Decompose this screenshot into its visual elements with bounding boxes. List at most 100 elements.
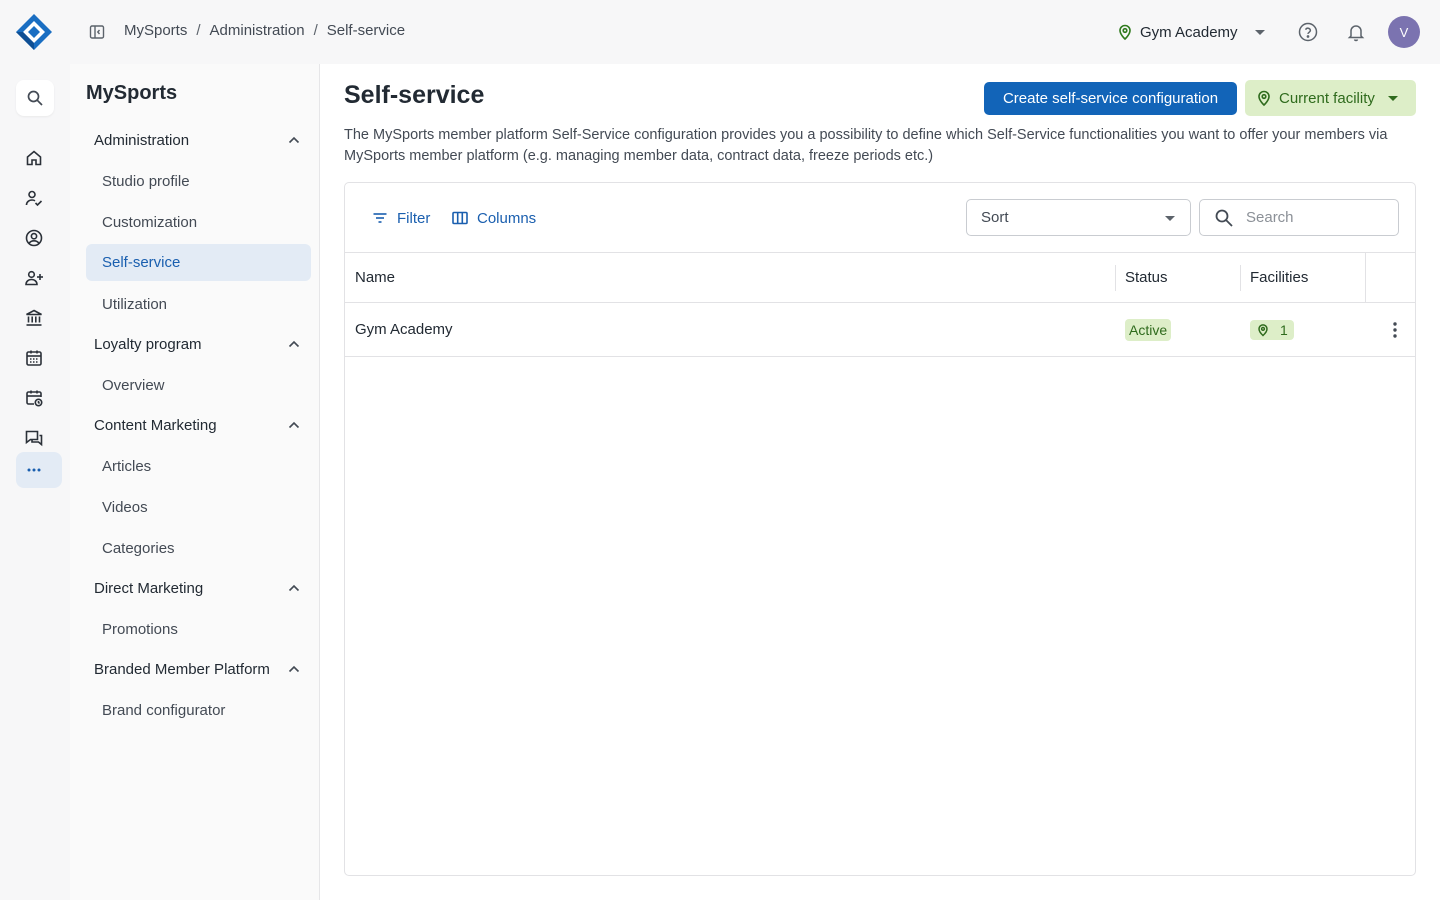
sidebar-item-articles[interactable]: Articles	[86, 448, 311, 484]
breadcrumb-administration[interactable]: Administration	[210, 22, 305, 39]
data-table-panel: Filter Columns Sort Name Status Faciliti…	[344, 182, 1416, 876]
rail-home[interactable]	[16, 140, 62, 176]
cell-name: Gym Academy	[355, 321, 453, 338]
column-divider[interactable]	[1115, 265, 1116, 291]
columns-label: Columns	[477, 209, 537, 227]
chevron-up-icon	[288, 584, 300, 592]
sidebar-group-administration[interactable]: Administration	[86, 122, 311, 158]
chevron-up-icon	[288, 665, 300, 673]
column-divider[interactable]	[1240, 265, 1241, 291]
rail-calendar-clock[interactable]	[16, 380, 62, 416]
sidebar-group-label: Content Marketing	[94, 416, 217, 434]
home-icon	[26, 150, 42, 166]
bank-icon	[26, 309, 42, 326]
sidebar-item-videos[interactable]: Videos	[86, 489, 311, 525]
column-header-facilities[interactable]: Facilities	[1250, 253, 1308, 302]
cell-facilities: 1	[1250, 303, 1294, 356]
sidebar-group-label: Loyalty program	[94, 335, 202, 353]
location-pin-icon	[1258, 90, 1270, 107]
sidebar-group-content-marketing[interactable]: Content Marketing	[86, 407, 311, 443]
filter-button[interactable]: Filter	[371, 207, 430, 229]
sidebar-group-label: Direct Marketing	[94, 579, 204, 597]
location-pin-icon	[1119, 24, 1131, 41]
calendar-clock-icon	[26, 390, 43, 407]
chevron-up-icon	[288, 340, 300, 348]
table-row[interactable]: Gym Academy Active 1	[345, 303, 1415, 357]
rail-search-button[interactable]	[16, 80, 54, 116]
calendar-icon	[26, 350, 42, 366]
sidebar-group-branded-member-platform[interactable]: Branded Member Platform	[86, 651, 311, 687]
page-title: Self-service	[344, 81, 485, 109]
breadcrumb-self-service: Self-service	[326, 22, 406, 39]
search-icon	[27, 90, 43, 106]
rail-member-check[interactable]	[16, 180, 62, 216]
more-vertical-icon[interactable]	[1385, 320, 1405, 340]
current-facility-button[interactable]: Current facility	[1245, 80, 1416, 116]
sidebar-item-categories[interactable]: Categories	[86, 530, 311, 566]
notification-bell-icon[interactable]	[1345, 21, 1367, 43]
current-facility-label: Current facility	[1279, 89, 1375, 107]
page-description: The MySports member platform Self-Servic…	[344, 127, 1388, 164]
sidebar-item-utilization[interactable]: Utilization	[86, 286, 311, 322]
top-bar: MySports / Administration / Self-service…	[0, 0, 1440, 64]
sort-placeholder: Sort	[981, 209, 1009, 226]
help-icon[interactable]	[1297, 21, 1319, 43]
sidebar-item-promotions[interactable]: Promotions	[86, 611, 311, 647]
account-circle-icon	[25, 229, 43, 247]
rail-bank[interactable]	[16, 300, 62, 336]
status-badge: Active	[1125, 318, 1172, 341]
filter-icon	[373, 213, 387, 223]
facility-selector[interactable]: Gym Academy	[1116, 18, 1266, 46]
breadcrumb-mysports[interactable]: MySports	[124, 22, 187, 39]
create-configuration-button[interactable]: Create self-service configuration	[984, 82, 1237, 115]
cell-status: Active	[1125, 303, 1172, 356]
sidebar-item-studio-profile[interactable]: Studio profile	[86, 163, 311, 199]
add-members-icon	[25, 270, 43, 286]
more-icon	[27, 468, 41, 472]
user-avatar[interactable]: V	[1388, 16, 1420, 48]
sidebar-item-overview[interactable]: Overview	[86, 367, 311, 403]
rail-more[interactable]	[16, 452, 62, 488]
icon-rail	[0, 64, 70, 900]
column-header-name[interactable]: Name	[355, 253, 395, 302]
search-input[interactable]	[1246, 209, 1376, 226]
sort-select[interactable]: Sort	[966, 199, 1191, 236]
rail-chat[interactable]	[16, 420, 62, 456]
sidebar-group-label: Branded Member Platform	[94, 660, 270, 678]
breadcrumb-separator: /	[196, 22, 201, 39]
breadcrumb-separator: /	[313, 22, 318, 39]
facilities-badge[interactable]: 1	[1250, 319, 1294, 340]
sidebar-group-loyalty-program[interactable]: Loyalty program	[86, 326, 311, 362]
filter-label: Filter	[397, 209, 431, 227]
mysports-logo[interactable]	[14, 12, 54, 52]
breadcrumb: MySports / Administration / Self-service	[124, 22, 405, 39]
main-content: Self-service Create self-service configu…	[320, 64, 1440, 900]
sidebar-title: MySports	[86, 82, 178, 104]
columns-icon	[452, 211, 468, 225]
column-header-status[interactable]: Status	[1125, 253, 1168, 302]
chevron-down-icon	[1254, 30, 1265, 35]
facility-name: Gym Academy	[1140, 23, 1238, 41]
chevron-down-icon	[1387, 96, 1398, 101]
location-pin-icon	[1258, 323, 1268, 337]
search-field[interactable]	[1199, 199, 1399, 236]
rail-calendar[interactable]	[16, 340, 62, 376]
secondary-sidebar: MySports Administration Studio profile C…	[70, 64, 320, 900]
sidebar-group-label: Administration	[94, 131, 190, 149]
table-header: Name Status Facilities	[345, 252, 1415, 303]
columns-button[interactable]: Columns	[451, 207, 536, 229]
facilities-count: 1	[1280, 321, 1288, 338]
rail-account[interactable]	[16, 220, 62, 256]
sidebar-toggle-icon[interactable]	[88, 23, 106, 41]
sidebar-item-customization[interactable]: Customization	[86, 204, 311, 240]
chat-icon	[25, 430, 43, 447]
search-icon	[1215, 209, 1233, 227]
column-divider	[1365, 253, 1366, 302]
chevron-up-icon	[288, 136, 300, 144]
sidebar-item-self-service[interactable]: Self-service	[86, 244, 311, 281]
sidebar-item-brand-configurator[interactable]: Brand configurator	[86, 692, 311, 728]
chevron-down-icon	[1165, 215, 1175, 221]
sidebar-group-direct-marketing[interactable]: Direct Marketing	[86, 570, 311, 606]
rail-add-members[interactable]	[16, 260, 62, 296]
member-check-icon	[25, 190, 43, 207]
